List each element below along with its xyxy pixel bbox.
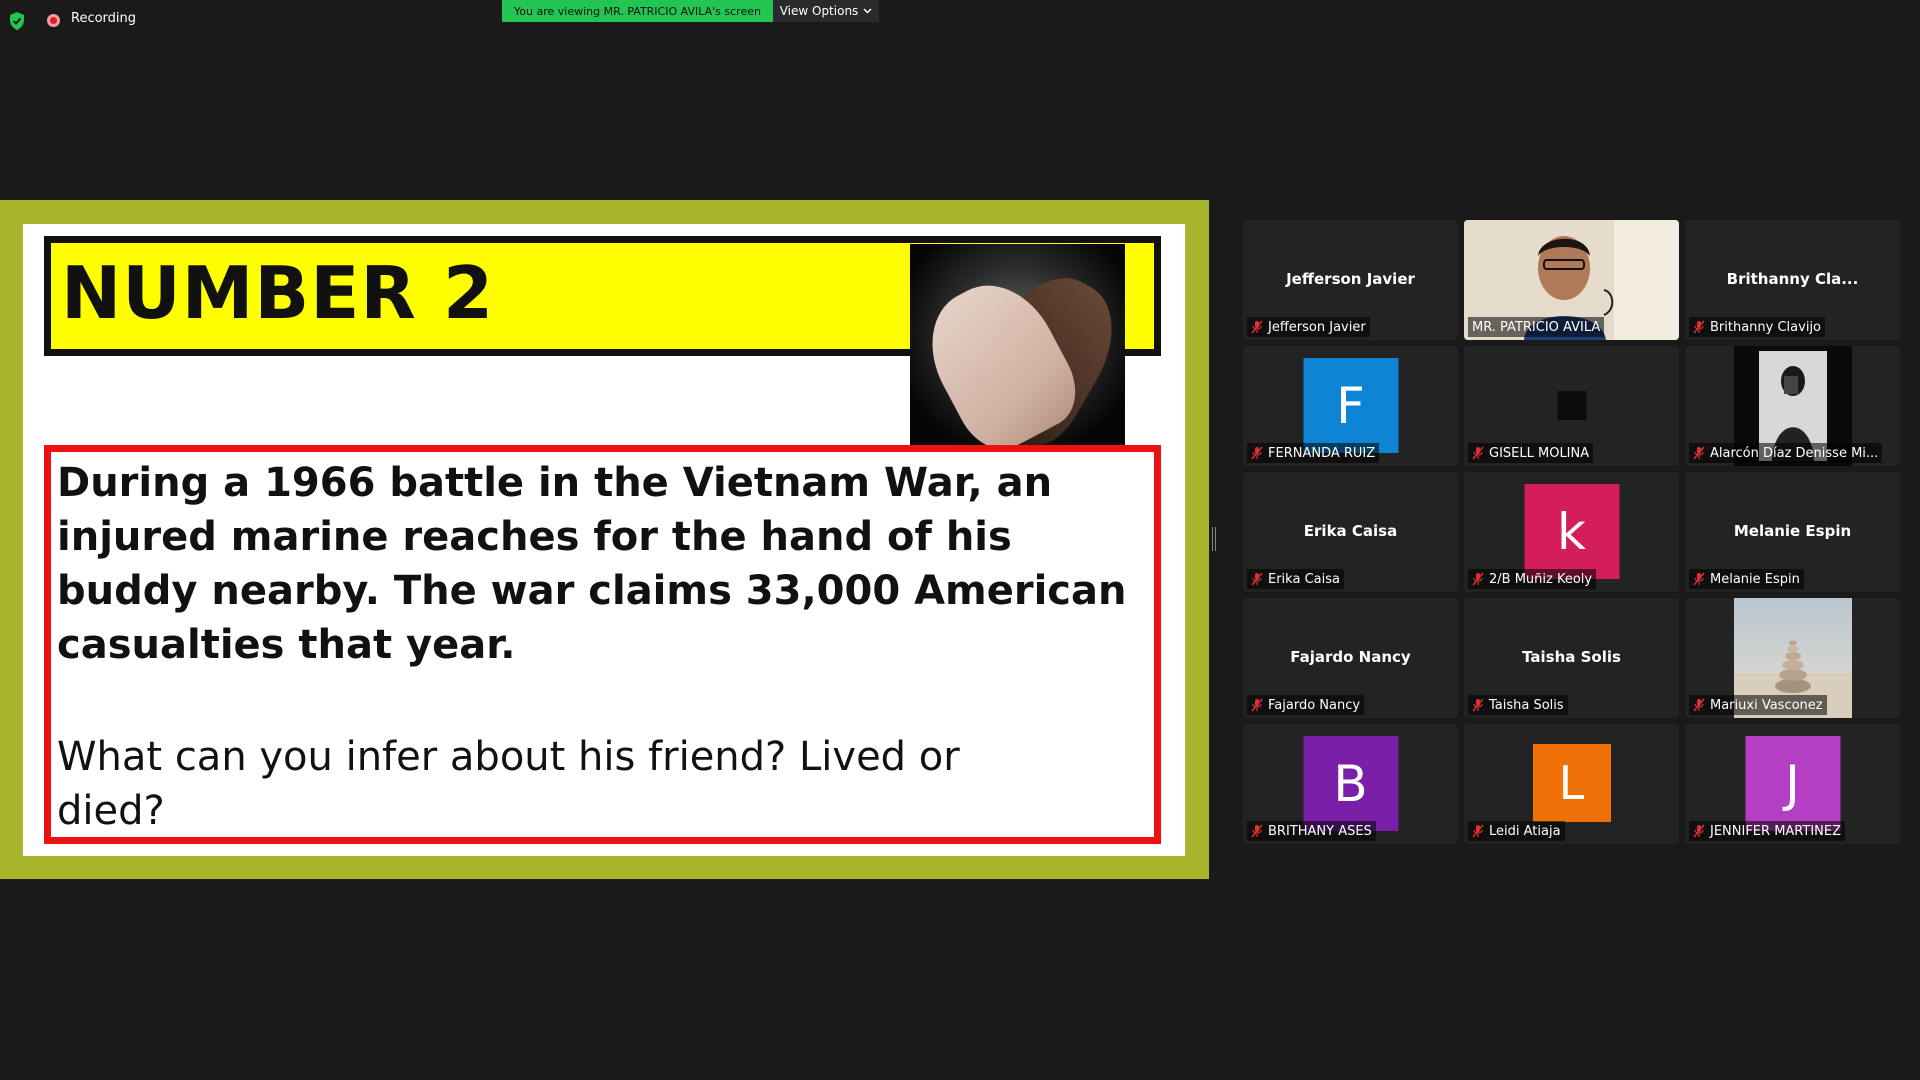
participant-name: FERNANDA RUIZ bbox=[1268, 445, 1376, 461]
participant-nameplate: Erika Caisa bbox=[1247, 569, 1344, 589]
security-shield-icon[interactable] bbox=[9, 12, 25, 30]
participant-tile[interactable]: GISELL MOLINA bbox=[1464, 346, 1679, 466]
participant-center-name: Melanie Espin bbox=[1733, 522, 1852, 540]
avatar: J bbox=[1745, 736, 1840, 831]
participant-nameplate: Mariuxi Vasconez bbox=[1689, 695, 1827, 715]
participant-name: Brithanny Clavijo bbox=[1710, 319, 1822, 335]
participant-name: GISELL MOLINA bbox=[1489, 445, 1590, 461]
slide-title: NUMBER 2 bbox=[61, 251, 495, 335]
participant-nameplate: Taisha Solis bbox=[1468, 695, 1568, 715]
participant-tile[interactable]: Alarcón Díaz Denisse Mi... bbox=[1685, 346, 1900, 466]
chevron-down-icon bbox=[863, 8, 872, 14]
slide-question-box: During a 1966 battle in the Vietnam War,… bbox=[44, 445, 1161, 844]
participant-nameplate: FERNANDA RUIZ bbox=[1247, 443, 1380, 463]
participant-tile[interactable]: Taisha Solis Taisha Solis bbox=[1464, 598, 1679, 718]
participant-name: 2/B Muñiz Keoly bbox=[1489, 571, 1593, 587]
participant-nameplate: BRITHANY ASES bbox=[1247, 821, 1376, 841]
view-options-label: View Options bbox=[779, 4, 859, 18]
participant-tile-speaker[interactable]: MR. PATRICIO AVILA bbox=[1464, 220, 1679, 340]
avatar: F bbox=[1303, 358, 1398, 453]
participant-tile[interactable]: Erika Caisa Erika Caisa bbox=[1243, 472, 1458, 592]
participant-center-name: Erika Caisa bbox=[1303, 522, 1398, 540]
participant-name: BRITHANY ASES bbox=[1268, 823, 1372, 839]
participant-name: Mariuxi Vasconez bbox=[1710, 697, 1823, 713]
participant-name: Erika Caisa bbox=[1268, 571, 1340, 587]
mic-muted-icon bbox=[1693, 824, 1705, 838]
participant-tile[interactable]: Brithanny Cla... Brithanny Clavijo bbox=[1685, 220, 1900, 340]
slide-question-main: During a 1966 battle in the Vietnam War,… bbox=[57, 460, 1127, 668]
participant-name: Alarcón Díaz Denisse Mi... bbox=[1710, 445, 1879, 461]
participant-tile[interactable]: k 2/B Muñiz Keoly bbox=[1464, 472, 1679, 592]
participant-center-name: Taisha Solis bbox=[1522, 648, 1621, 666]
participant-nameplate: Alarcón Díaz Denisse Mi... bbox=[1689, 443, 1883, 463]
participant-nameplate: MR. PATRICIO AVILA bbox=[1468, 317, 1605, 337]
mic-muted-icon bbox=[1472, 572, 1484, 586]
participant-center-name: Jefferson Javier bbox=[1286, 270, 1415, 288]
participant-name: Jefferson Javier bbox=[1268, 319, 1366, 335]
participant-tile[interactable]: Melanie Espin Melanie Espin bbox=[1685, 472, 1900, 592]
participant-nameplate: Brithanny Clavijo bbox=[1689, 317, 1826, 337]
mic-muted-icon bbox=[1472, 446, 1484, 460]
mic-muted-icon bbox=[1693, 446, 1705, 460]
participant-name: MR. PATRICIO AVILA bbox=[1472, 319, 1601, 335]
participant-name: Melanie Espin bbox=[1710, 571, 1800, 587]
mic-muted-icon bbox=[1251, 572, 1263, 586]
mic-muted-icon bbox=[1472, 824, 1484, 838]
participant-tile[interactable]: L Leidi Atiaja bbox=[1464, 724, 1679, 844]
participant-tile[interactable]: B BRITHANY ASES bbox=[1243, 724, 1458, 844]
participant-nameplate: JENNIFER MARTINEZ bbox=[1689, 821, 1846, 841]
participant-tile[interactable]: Fajardo Nancy Fajardo Nancy bbox=[1243, 598, 1458, 718]
mic-muted-icon bbox=[1251, 824, 1263, 838]
mic-muted-icon bbox=[1251, 698, 1263, 712]
viewing-screen-banner: You are viewing MR. PATRICIO AVILA's scr… bbox=[502, 0, 773, 22]
participant-nameplate: GISELL MOLINA bbox=[1468, 443, 1594, 463]
participant-nameplate: Leidi Atiaja bbox=[1468, 821, 1565, 841]
participant-name: Taisha Solis bbox=[1489, 697, 1564, 713]
avatar: L bbox=[1532, 744, 1611, 822]
hands-photo bbox=[910, 244, 1125, 446]
participant-nameplate: 2/B Muñiz Keoly bbox=[1468, 569, 1597, 589]
participant-center-name: Fajardo Nancy bbox=[1290, 648, 1411, 666]
participant-tile[interactable]: Mariuxi Vasconez bbox=[1685, 598, 1900, 718]
avatar: B bbox=[1303, 736, 1398, 831]
participant-tile[interactable]: F FERNANDA RUIZ bbox=[1243, 346, 1458, 466]
avatar bbox=[1557, 391, 1586, 420]
mic-muted-icon bbox=[1693, 572, 1705, 586]
slide: NUMBER 2 During a 1966 battle in the Vie… bbox=[23, 224, 1185, 856]
avatar: k bbox=[1524, 484, 1619, 579]
panel-resize-handle[interactable] bbox=[1212, 527, 1216, 551]
view-options-button[interactable]: View Options bbox=[773, 0, 879, 22]
participant-nameplate: Melanie Espin bbox=[1689, 569, 1804, 589]
participant-name: JENNIFER MARTINEZ bbox=[1710, 823, 1842, 839]
participant-gallery: Jefferson Javier Jefferson Javier MR. PA… bbox=[1243, 220, 1900, 844]
mic-muted-icon bbox=[1251, 320, 1263, 334]
recording-icon bbox=[47, 14, 60, 27]
slide-question-sub: What can you infer about his friend? Liv… bbox=[57, 734, 960, 834]
mic-muted-icon bbox=[1472, 698, 1484, 712]
participant-center-name: Brithanny Cla... bbox=[1726, 270, 1859, 288]
shared-screen: NUMBER 2 During a 1966 battle in the Vie… bbox=[0, 200, 1209, 879]
participant-nameplate: Jefferson Javier bbox=[1247, 317, 1370, 337]
participant-nameplate: Fajardo Nancy bbox=[1247, 695, 1365, 715]
mic-muted-icon bbox=[1693, 698, 1705, 712]
participant-name: Fajardo Nancy bbox=[1268, 697, 1361, 713]
recording-label[interactable]: Recording bbox=[71, 11, 136, 26]
participant-tile[interactable]: J JENNIFER MARTINEZ bbox=[1685, 724, 1900, 844]
mic-muted-icon bbox=[1693, 320, 1705, 334]
participant-name: Leidi Atiaja bbox=[1489, 823, 1561, 839]
participant-tile[interactable]: Jefferson Javier Jefferson Javier bbox=[1243, 220, 1458, 340]
mic-muted-icon bbox=[1251, 446, 1263, 460]
